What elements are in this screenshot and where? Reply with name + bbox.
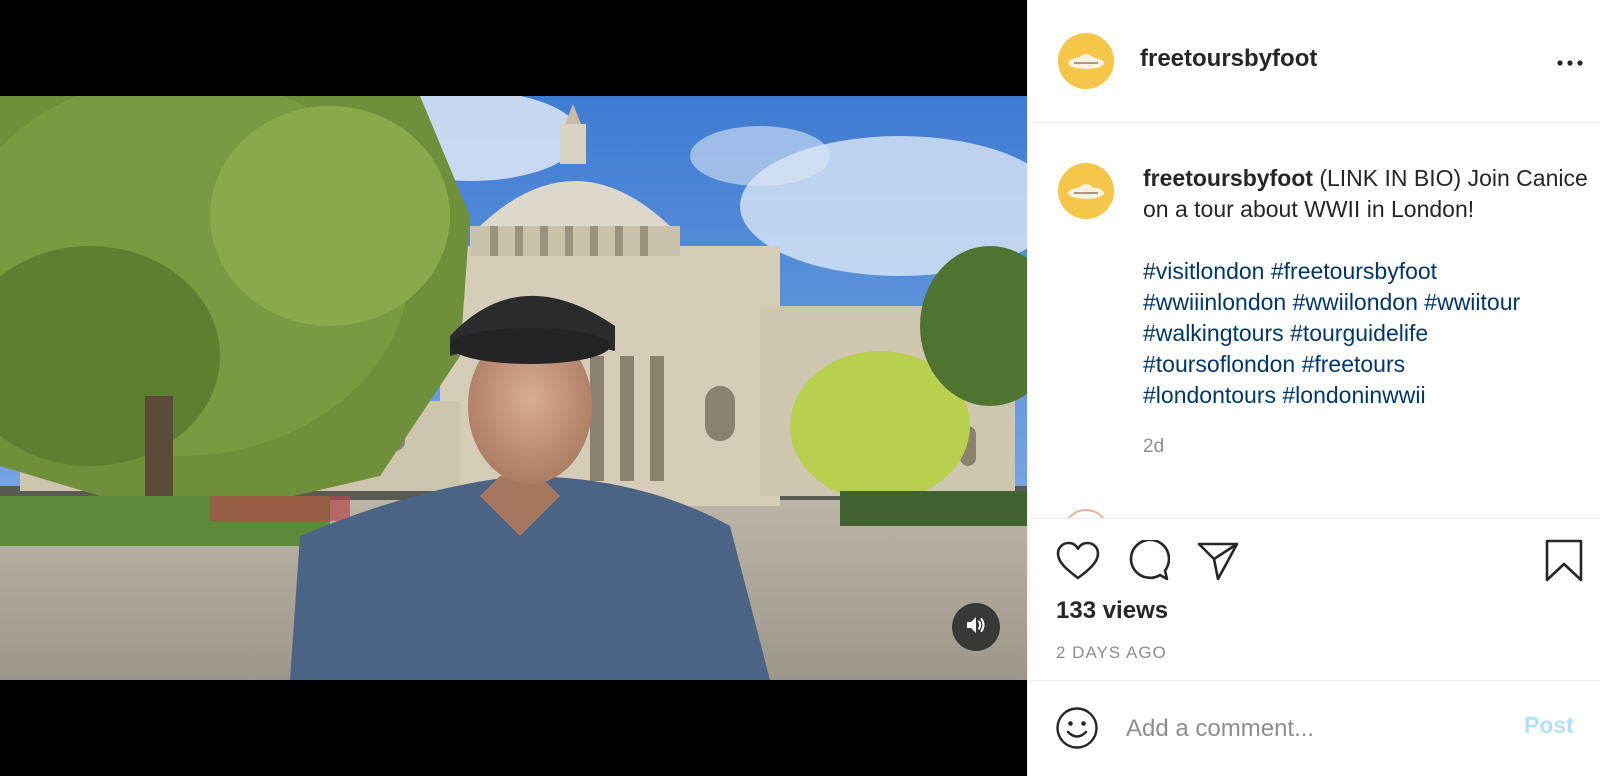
avatar[interactable] (1058, 33, 1114, 89)
hashtag-link[interactable]: #wwiitour (1424, 289, 1520, 315)
heart-icon (1056, 541, 1100, 586)
video-frame[interactable] (0, 96, 1027, 680)
paper-plane-icon (1196, 540, 1240, 587)
like-button[interactable] (1054, 539, 1102, 587)
save-button[interactable] (1540, 539, 1588, 587)
hashtag-link[interactable]: #wwiiinlondon (1143, 289, 1286, 315)
hashtag-link[interactable]: #visitlondon (1143, 258, 1264, 284)
hashtag-link[interactable]: #wwiilondon (1293, 289, 1418, 315)
hashtag-link[interactable]: #tourguidelife (1290, 320, 1428, 346)
hashtag-link[interactable]: #walkingtours (1143, 320, 1284, 346)
logo-icon (1058, 163, 1114, 219)
action-bar: 133 views 2 DAYS AGO (1028, 518, 1600, 680)
hashtag-link[interactable]: #londoninwwii (1282, 382, 1425, 408)
comment-input[interactable] (1124, 706, 1488, 752)
comment-composer: Post (1028, 680, 1600, 776)
caption-avatar[interactable] (1058, 163, 1114, 219)
hashtag-link[interactable]: #freetoursbyfoot (1271, 258, 1437, 284)
hashtag-link[interactable]: #londontours (1143, 382, 1276, 408)
share-button[interactable] (1194, 539, 1242, 587)
caption-section: freetoursbyfoot (LINK IN BIO) Join Canic… (1028, 123, 1600, 518)
post-comment-button[interactable]: Post (1524, 712, 1574, 739)
caption-timestamp[interactable]: 2d (1143, 436, 1164, 458)
video-player[interactable] (0, 0, 1027, 776)
next-comment-peek (1058, 502, 1578, 518)
speaker-icon (964, 613, 988, 642)
caption-username[interactable]: freetoursbyfoot (1143, 165, 1313, 191)
view-count[interactable]: 133 views (1056, 597, 1168, 625)
header-username[interactable]: freetoursbyfoot (1140, 45, 1317, 73)
hashtag-link[interactable]: #toursoflondon (1143, 351, 1295, 377)
video-still-image (0, 96, 1027, 680)
hashtag-link[interactable]: #freetours (1302, 351, 1406, 377)
hashtag-list: #visitlondon #freetoursbyfoot #wwiiinlon… (1143, 256, 1588, 411)
mute-toggle-button[interactable] (952, 603, 1000, 651)
logo-icon (1058, 33, 1114, 89)
post-side-panel: freetoursbyfoot freetoursbyfoot (LINK IN (1027, 0, 1600, 776)
post-header: freetoursbyfoot (1028, 0, 1600, 123)
caption-text: freetoursbyfoot (LINK IN BIO) Join Canic… (1143, 163, 1588, 225)
more-options-icon (1557, 53, 1583, 71)
more-options-button[interactable] (1552, 44, 1588, 80)
post-date[interactable]: 2 DAYS AGO (1056, 643, 1167, 663)
comment-button[interactable] (1124, 538, 1172, 587)
bookmark-icon (1544, 539, 1584, 588)
emoji-button[interactable] (1054, 706, 1100, 755)
emoji-icon (1055, 706, 1099, 755)
comment-icon (1126, 538, 1171, 587)
